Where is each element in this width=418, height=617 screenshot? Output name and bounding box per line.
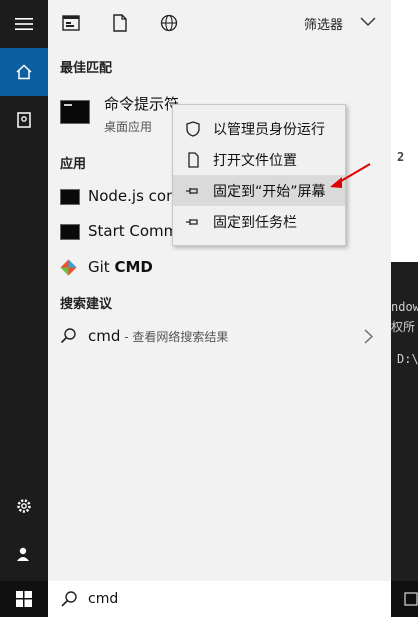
search-suggestions-heading: 搜索建议 bbox=[60, 297, 113, 312]
search-icon bbox=[60, 328, 76, 344]
pin-icon bbox=[186, 188, 198, 194]
windows-logo-icon bbox=[16, 591, 32, 607]
app-name: Git CMD bbox=[88, 258, 153, 276]
app-name: Node.js con bbox=[88, 187, 176, 205]
best-match-name: 命令提示符 bbox=[104, 95, 180, 113]
menu-item-label: 打开文件位置 bbox=[213, 153, 297, 169]
background-window: 2 ndow 权所 D:\ bbox=[391, 0, 418, 617]
menu-item-label: 固定到任务栏 bbox=[213, 215, 297, 231]
start-left-rail bbox=[0, 0, 48, 617]
taskbar-app-icon[interactable] bbox=[404, 592, 418, 606]
open-file-location-menu-item[interactable]: 打开文件位置 bbox=[173, 144, 345, 175]
apps-filter-button[interactable] bbox=[62, 15, 80, 35]
git-cmd-icon bbox=[60, 259, 77, 276]
red-annotation-arrow bbox=[330, 163, 371, 188]
user-account-button[interactable] bbox=[0, 530, 48, 578]
suggestion-description: - 查看网络搜索结果 bbox=[120, 330, 229, 344]
filter-label: 筛选器 bbox=[303, 18, 343, 33]
background-text: 2 bbox=[397, 150, 405, 164]
hamburger-icon bbox=[15, 18, 33, 30]
best-match-subtitle: 桌面应用 bbox=[104, 120, 153, 134]
search-results-panel: 筛选器 最佳匹配 命令提示符 桌面应用 应用 Node.js con Start… bbox=[48, 0, 391, 581]
documents-button[interactable] bbox=[0, 96, 48, 144]
taskbar-search-box[interactable]: cmd bbox=[48, 581, 391, 617]
command-prompt-icon bbox=[60, 100, 90, 124]
chevron-right-icon[interactable] bbox=[364, 329, 373, 344]
app-name-bold: CMD bbox=[114, 258, 153, 276]
web-suggestion-item[interactable]: cmd - 查看网络搜索结果 bbox=[48, 320, 391, 352]
app-name-prefix: Git bbox=[88, 258, 115, 276]
apps-heading: 应用 bbox=[60, 157, 87, 172]
search-icon bbox=[61, 591, 77, 607]
app-list-item[interactable]: Git CMD bbox=[48, 253, 391, 283]
documents-filter-button[interactable] bbox=[112, 14, 128, 36]
app-window-icon bbox=[62, 15, 80, 31]
context-menu: 以管理员身份运行 打开文件位置 固定到“开始”屏幕 固定到任务栏 bbox=[172, 104, 346, 246]
file-icon bbox=[113, 14, 127, 32]
suggestion-term: cmd bbox=[88, 327, 121, 345]
settings-button[interactable] bbox=[0, 482, 48, 530]
hamburger-menu-button[interactable] bbox=[0, 0, 48, 48]
filter-dropdown[interactable]: 筛选器 bbox=[304, 14, 343, 33]
chevron-down-icon[interactable] bbox=[360, 17, 376, 27]
shield-icon bbox=[186, 121, 200, 137]
background-text: D:\ bbox=[397, 352, 418, 366]
search-input[interactable]: cmd bbox=[88, 591, 118, 607]
folder-document-icon bbox=[188, 152, 199, 168]
web-filter-button[interactable] bbox=[160, 14, 178, 36]
home-button[interactable] bbox=[0, 48, 48, 96]
gear-icon bbox=[17, 499, 31, 513]
start-button[interactable] bbox=[0, 581, 48, 617]
globe-icon bbox=[160, 14, 178, 32]
best-match-heading: 最佳匹配 bbox=[60, 61, 113, 76]
background-text: 权所 bbox=[391, 320, 416, 334]
pin-icon bbox=[186, 219, 198, 225]
background-text: ndow bbox=[391, 300, 418, 314]
run-as-admin-menu-item[interactable]: 以管理员身份运行 bbox=[173, 113, 345, 144]
home-icon bbox=[16, 64, 32, 80]
nodejs-console-icon bbox=[60, 189, 80, 205]
menu-item-label: 以管理员身份运行 bbox=[213, 122, 325, 138]
pin-to-taskbar-menu-item[interactable]: 固定到任务栏 bbox=[173, 206, 345, 237]
menu-item-label: 固定到“开始”屏幕 bbox=[213, 184, 326, 200]
app-name: Start Comm bbox=[88, 222, 179, 240]
pin-to-start-menu-item[interactable]: 固定到“开始”屏幕 bbox=[173, 175, 345, 206]
person-icon bbox=[17, 547, 29, 561]
start-command-icon bbox=[60, 224, 80, 240]
document-icon bbox=[17, 112, 31, 128]
